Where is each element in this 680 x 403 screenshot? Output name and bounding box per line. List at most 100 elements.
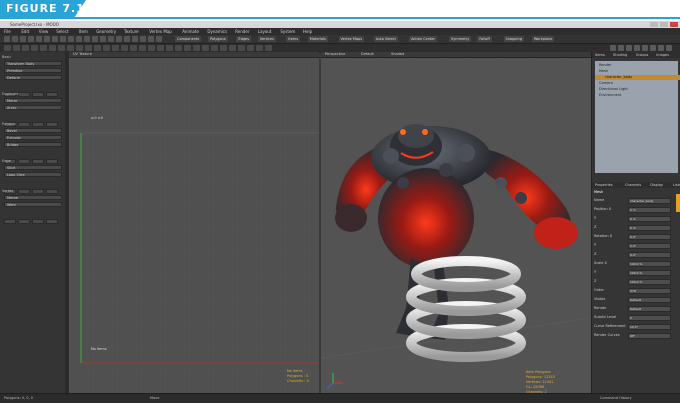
toolbar-button-action-center[interactable]: Action Center: [409, 36, 437, 42]
tool-button-slice[interactable]: Slice: [4, 165, 62, 170]
tab-channels[interactable]: Channels: [625, 183, 641, 187]
layout-icon[interactable]: [650, 45, 656, 51]
item-list-row[interactable]: Mesh: [595, 69, 680, 74]
mode-icon[interactable]: [175, 45, 182, 51]
tab-images[interactable]: Images: [656, 53, 669, 57]
toolbar-button-auto-select[interactable]: Auto Select: [373, 36, 398, 42]
mode-icon[interactable]: [184, 45, 191, 51]
layout-icon[interactable]: [618, 45, 624, 51]
mode-icon[interactable]: [220, 45, 227, 51]
mode-icon[interactable]: [49, 45, 56, 51]
mode-icon[interactable]: [94, 45, 101, 51]
tool-icon[interactable]: [12, 36, 18, 42]
toolbar-button-items[interactable]: Items: [286, 36, 301, 42]
tab-properties[interactable]: Properties: [595, 183, 613, 187]
item-list-row[interactable]: Camera: [595, 81, 680, 86]
mode-icon[interactable]: [4, 45, 11, 51]
tool-icon[interactable]: [4, 36, 10, 42]
layout-icon[interactable]: [666, 45, 672, 51]
tab-display[interactable]: Display: [650, 183, 663, 187]
tool-icon[interactable]: [84, 36, 90, 42]
mode-icon[interactable]: [265, 45, 272, 51]
menu-geometry[interactable]: Geometry: [96, 29, 116, 34]
tab-shading[interactable]: Shading: [613, 53, 627, 57]
mode-icon[interactable]: [76, 45, 83, 51]
tool-icon[interactable]: [32, 122, 44, 127]
maximize-button[interactable]: [660, 22, 668, 27]
mode-icon[interactable]: [13, 45, 20, 51]
tool-icon[interactable]: [76, 36, 82, 42]
tool-icon[interactable]: [4, 219, 16, 224]
toolbar-button-snapping[interactable]: Snapping: [503, 36, 524, 42]
toolbar-button-vertex-maps[interactable]: Vertex Maps: [338, 36, 365, 42]
menu-texture[interactable]: Texture: [124, 29, 139, 34]
close-button[interactable]: [670, 22, 678, 27]
menu-edit[interactable]: Edit: [21, 29, 29, 34]
viewport-shading[interactable]: Shaded: [391, 52, 404, 56]
tool-button-bridge[interactable]: Bridge: [4, 142, 62, 147]
mode-icon[interactable]: [202, 45, 209, 51]
tool-icon[interactable]: [100, 36, 106, 42]
layout-icon[interactable]: [642, 45, 648, 51]
menu-dynamics[interactable]: Dynamics: [207, 29, 227, 34]
tool-icon[interactable]: [92, 36, 98, 42]
property-field[interactable]: 100.0 %: [628, 279, 671, 285]
panel-scroll-grip[interactable]: [676, 194, 680, 212]
tool-icon[interactable]: [148, 36, 154, 42]
status-tool[interactable]: Move: [150, 396, 159, 400]
toolbar-button-vertices[interactable]: Vertices: [257, 36, 276, 42]
mode-icon[interactable]: [193, 45, 200, 51]
tool-icon[interactable]: [32, 159, 44, 164]
mode-icon[interactable]: [121, 45, 128, 51]
menu-help[interactable]: Help: [303, 29, 312, 34]
property-field[interactable]: Off: [628, 333, 671, 339]
tool-icon[interactable]: [108, 36, 114, 42]
tool-icon[interactable]: [18, 189, 30, 194]
tool-icon[interactable]: [46, 92, 58, 97]
tool-icon[interactable]: [18, 122, 30, 127]
tool-icon[interactable]: [32, 189, 44, 194]
tool-icon[interactable]: [46, 189, 58, 194]
layout-icon[interactable]: [634, 45, 640, 51]
mode-icon[interactable]: [130, 45, 137, 51]
mode-icon[interactable]: [112, 45, 119, 51]
toolbar-button-falloff[interactable]: Falloff: [477, 36, 492, 42]
item-list-row[interactable]: character_body: [595, 75, 680, 80]
menu-animate[interactable]: Animate: [182, 29, 199, 34]
property-field[interactable]: 100.0 %: [628, 261, 671, 267]
mode-icon[interactable]: [238, 45, 245, 51]
mode-icon[interactable]: [256, 45, 263, 51]
mode-icon[interactable]: [247, 45, 254, 51]
menu-file[interactable]: File: [4, 29, 11, 34]
tool-icon[interactable]: [132, 36, 138, 42]
toolbar-button-workplane[interactable]: Workplane: [531, 36, 555, 42]
tool-icon[interactable]: [44, 36, 50, 42]
property-field[interactable]: 10.0°: [628, 324, 671, 330]
tool-icon[interactable]: [18, 92, 30, 97]
tool-button-mirror[interactable]: Mirror: [4, 98, 62, 103]
item-list[interactable]: Render Mesh character_body Camera Directiona…: [595, 61, 680, 173]
tool-icon[interactable]: [18, 159, 30, 164]
uv-viewport-title[interactable]: UV Texture: [73, 52, 92, 56]
property-field[interactable]: XYZ: [628, 288, 671, 294]
tool-button-array[interactable]: Array: [4, 105, 62, 110]
menu-system[interactable]: System: [280, 29, 295, 34]
property-field[interactable]: Default: [628, 297, 671, 303]
tool-button-transform-tools[interactable]: Transform Tools: [4, 61, 62, 66]
mode-icon[interactable]: [58, 45, 65, 51]
menu-layout[interactable]: Layout: [258, 29, 272, 34]
menu-render[interactable]: Render: [235, 29, 249, 34]
toolbar-button-components[interactable]: Components: [175, 36, 202, 42]
menu-select[interactable]: Select: [56, 29, 68, 34]
property-field[interactable]: 0 m: [628, 225, 671, 231]
tool-icon[interactable]: [68, 36, 74, 42]
toolbar-button-edges[interactable]: Edges: [236, 36, 252, 42]
viewport-view-type[interactable]: Perspective: [325, 52, 345, 56]
tool-icon[interactable]: [46, 122, 58, 127]
tool-icon[interactable]: [156, 36, 162, 42]
uv-viewport[interactable]: UV Texture u:0 v:0 No Items No Items Pol…: [69, 52, 319, 393]
tool-icon[interactable]: [18, 219, 30, 224]
menu-view[interactable]: View: [39, 29, 49, 34]
mode-icon[interactable]: [40, 45, 47, 51]
item-list-row[interactable]: Directional Light: [595, 87, 680, 92]
